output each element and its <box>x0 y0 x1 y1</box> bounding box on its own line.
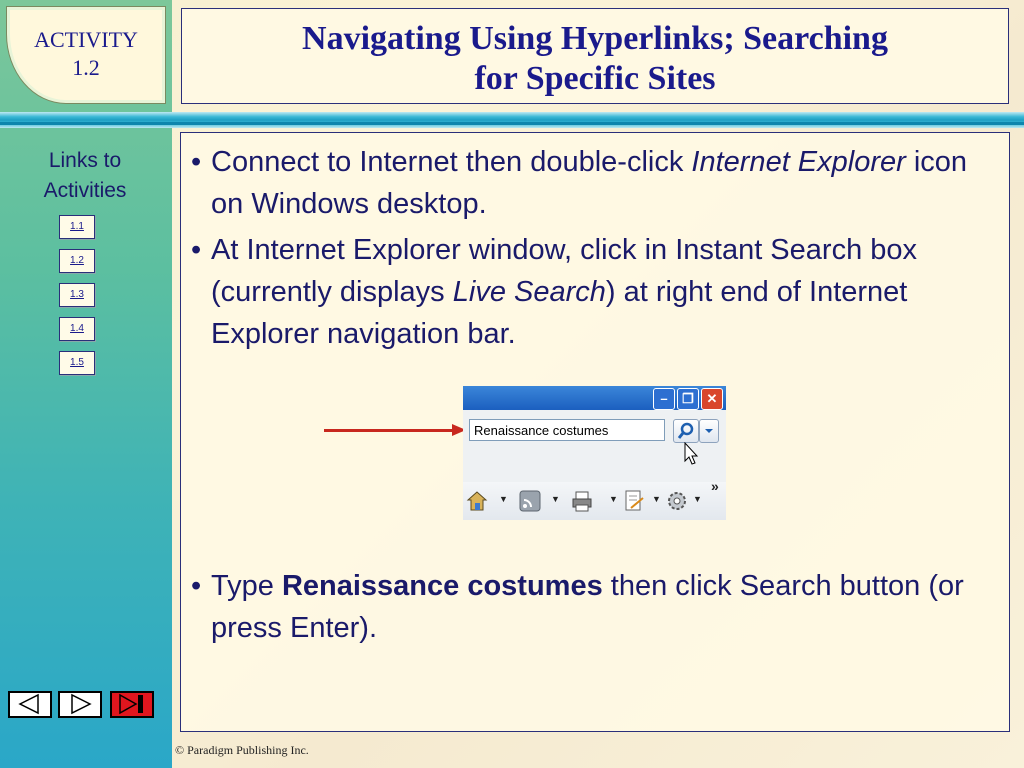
search-button[interactable] <box>673 419 699 443</box>
links-heading: Links to Activities <box>20 146 150 206</box>
next-slide-button[interactable] <box>58 691 102 718</box>
bullet-dot: • <box>191 570 202 602</box>
toolbar-overflow-icon[interactable]: » <box>711 478 719 494</box>
bullet-3-text: Type <box>211 570 282 602</box>
mouse-pointer-icon <box>684 442 699 465</box>
activity-badge: ACTIVITY 1.2 <box>6 6 166 104</box>
close-icon[interactable]: ✕ <box>701 388 723 410</box>
activity-link-1-1[interactable]: 1.1 <box>59 215 95 239</box>
bullet-search-box: • At Internet Explorer window, click in … <box>191 229 991 355</box>
bullet-3-bold: Renaissance costumes <box>281 570 603 602</box>
instant-search-input[interactable]: Renaissance costumes <box>469 419 665 441</box>
previous-slide-button[interactable] <box>8 691 52 718</box>
end-show-button[interactable] <box>110 691 154 718</box>
ie-titlebar: – ❐ ✕ <box>463 386 726 410</box>
activity-label: ACTIVITY <box>34 27 138 52</box>
activity-link-1-4[interactable]: 1.4 <box>59 317 95 341</box>
tools-caret-icon[interactable]: ▼ <box>693 494 702 504</box>
bullet-type-query: • Type Renaissance costumes then click S… <box>191 565 991 649</box>
title-line-1: Navigating Using Hyperlinks; Searching <box>302 20 888 57</box>
activity-number: 1.2 <box>72 55 100 80</box>
feeds-icon[interactable] <box>519 490 541 512</box>
minimize-icon[interactable]: – <box>653 388 675 410</box>
feeds-caret-icon[interactable]: ▼ <box>551 494 560 504</box>
print-caret-icon[interactable]: ▼ <box>609 494 618 504</box>
restore-icon[interactable]: ❐ <box>677 388 699 410</box>
bullet-1-italic: Internet Explorer <box>691 146 906 178</box>
bullet-connect: • Connect to Internet then double-click … <box>191 141 991 225</box>
title-line-2: for Specific Sites <box>474 60 716 97</box>
arrow-right-icon <box>71 693 92 715</box>
header-stripe-line <box>0 122 1024 125</box>
activity-link-1-3[interactable]: 1.3 <box>59 283 95 307</box>
home-caret-icon[interactable]: ▼ <box>499 494 508 504</box>
links-heading-line-1: Links to <box>48 149 122 172</box>
activity-link-1-5[interactable]: 1.5 <box>59 351 95 375</box>
copyright-footer: © Paradigm Publishing Inc. <box>175 743 309 757</box>
arrow-left-icon <box>18 693 39 715</box>
chevron-down-icon <box>705 429 713 433</box>
bullet-1-text: Connect to Internet then double-click <box>211 146 692 178</box>
print-icon[interactable] <box>571 490 593 512</box>
header-stripe <box>0 112 1024 128</box>
tools-gear-icon[interactable] <box>666 490 688 512</box>
skip-to-end-icon <box>119 693 143 715</box>
ie-screenshot: – ❐ ✕ Renaissance costumes ▼ ▼ ▼ ▼ ▼ » <box>463 386 726 520</box>
page-icon[interactable] <box>623 490 645 512</box>
title-panel: Navigating Using Hyperlinks; Searching f… <box>181 8 1009 104</box>
search-options-dropdown[interactable] <box>699 419 719 443</box>
bullet-dot: • <box>191 146 202 178</box>
page-title: Navigating Using Hyperlinks; Searching f… <box>182 19 1008 99</box>
ie-command-bar: ▼ ▼ ▼ ▼ ▼ » <box>463 478 726 520</box>
home-icon[interactable] <box>466 490 488 512</box>
bullet-dot: • <box>191 234 202 266</box>
magnifier-icon <box>677 422 694 439</box>
links-heading-line-2: Activities <box>43 179 127 202</box>
page-caret-icon[interactable]: ▼ <box>652 494 661 504</box>
callout-arrow-line <box>324 429 454 432</box>
activity-link-1-2[interactable]: 1.2 <box>59 249 95 273</box>
bullet-2-italic: Live Search <box>452 276 606 308</box>
